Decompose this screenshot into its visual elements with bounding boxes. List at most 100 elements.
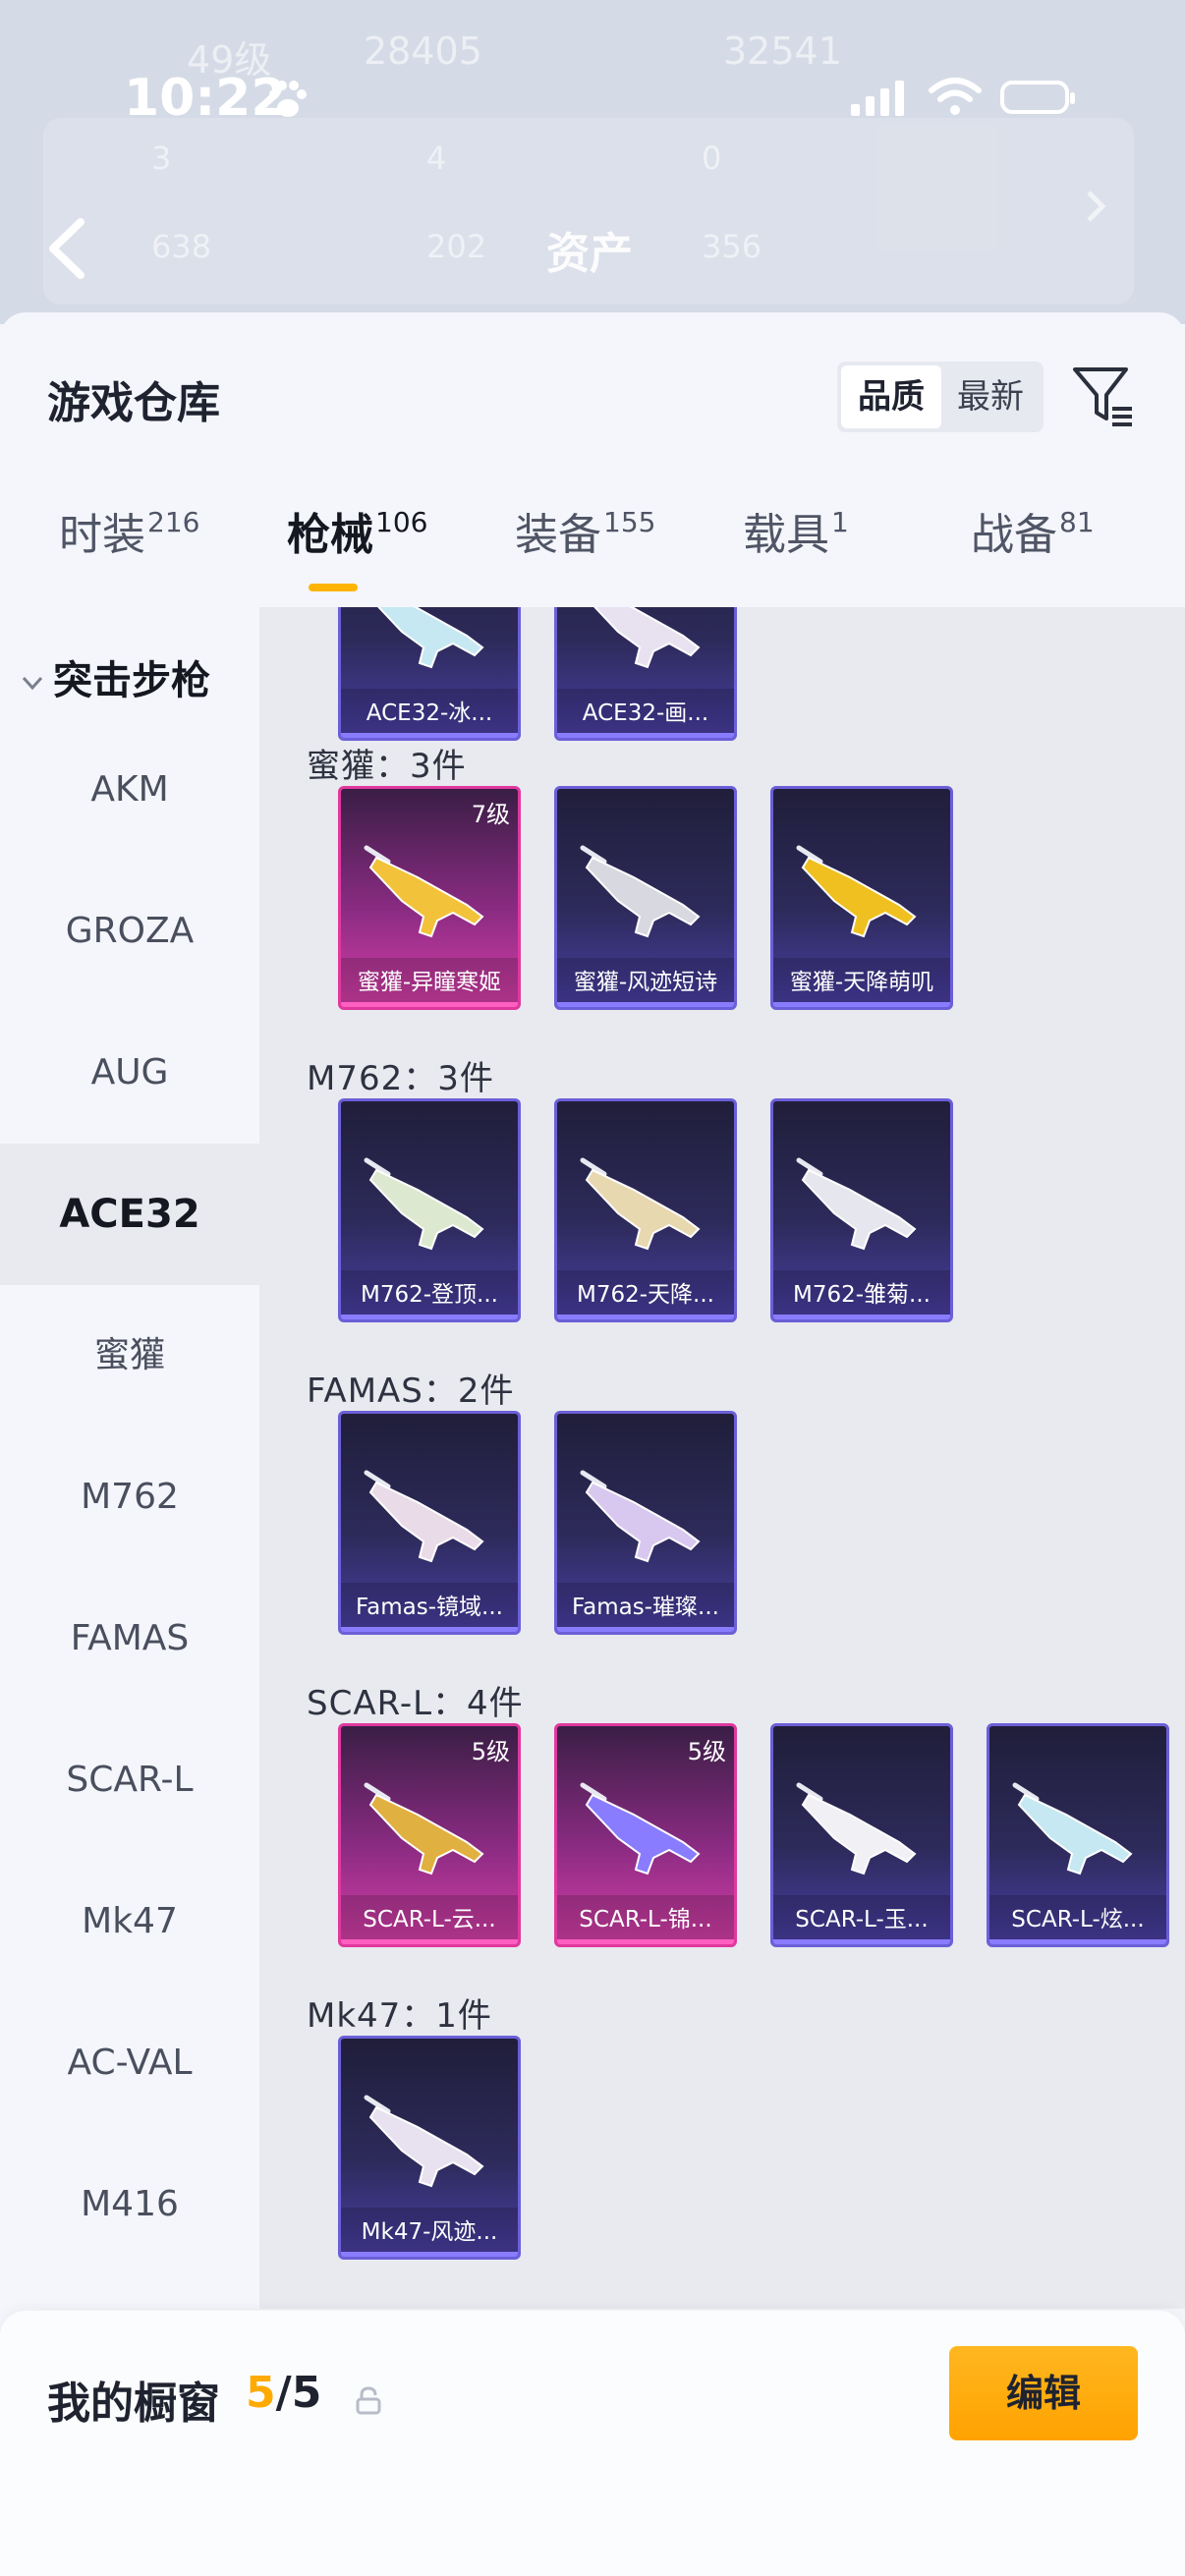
rarity-bar bbox=[557, 1315, 734, 1319]
tab-equipment[interactable]: 装备155 bbox=[515, 499, 655, 607]
weapon-card[interactable]: Mk47-风迹... bbox=[338, 2036, 521, 2260]
warehouse-title: 游戏仓库 bbox=[47, 378, 220, 428]
sidebar-item-scar-l[interactable]: SCAR-L bbox=[0, 1709, 259, 1851]
weapon-name: 蜜獾-天降萌叽 bbox=[773, 958, 950, 1007]
weapon-name: Famas-璀璨... bbox=[557, 1583, 734, 1632]
weapon-card[interactable]: 5级 SCAR-L-锦... bbox=[554, 1723, 737, 1947]
weapon-icon bbox=[364, 845, 484, 938]
sidebar-group-assault-rifles[interactable]: 突击步枪 bbox=[20, 648, 210, 705]
showcase-label: 我的橱窗 bbox=[47, 2379, 220, 2429]
edit-button[interactable]: 编辑 bbox=[949, 2346, 1138, 2440]
weapon-name: ACE32-画... bbox=[557, 689, 734, 738]
rarity-bar bbox=[341, 1939, 518, 1944]
weapon-card[interactable]: Famas-镜域... bbox=[338, 1411, 521, 1635]
weapon-card[interactable]: SCAR-L-炫... bbox=[987, 1723, 1169, 1947]
weapon-icon bbox=[377, 607, 484, 669]
tab-count: 1 bbox=[831, 506, 849, 538]
active-tab-indicator bbox=[309, 584, 358, 591]
sidebar-item-famas[interactable]: FAMAS bbox=[0, 1568, 259, 1709]
weapon-card[interactable]: M762-天降... bbox=[554, 1098, 737, 1322]
sidebar-item-ace32[interactable]: ACE32 bbox=[0, 1144, 259, 1285]
sidebar-item-groza[interactable]: GROZA bbox=[0, 861, 259, 1002]
weapon-name: M762-天降... bbox=[557, 1270, 734, 1319]
chevron-right-icon[interactable] bbox=[1081, 187, 1110, 226]
filter-icon[interactable] bbox=[1071, 364, 1136, 428]
weapon-card[interactable]: M762-雏菊... bbox=[770, 1098, 953, 1322]
tab-label: 装备 bbox=[515, 510, 601, 560]
weapon-level: 7级 bbox=[471, 801, 510, 828]
weapon-icon bbox=[580, 1782, 701, 1876]
tab-battle-gear[interactable]: 战备81 bbox=[971, 499, 1095, 607]
blur-stat: 3 bbox=[151, 140, 172, 177]
weapon-name: Mk47-风迹... bbox=[341, 2208, 518, 2257]
weapon-card[interactable]: SCAR-L-玉... bbox=[770, 1723, 953, 1947]
weapon-icon bbox=[364, 1782, 484, 1876]
group-title: 蜜獾：3件 bbox=[307, 747, 467, 786]
weapon-name: SCAR-L-锦... bbox=[557, 1895, 734, 1944]
showcase-total: /5 bbox=[275, 2368, 322, 2418]
weapon-icon bbox=[796, 1782, 917, 1876]
rarity-bar bbox=[341, 1627, 518, 1632]
blur-stat: 4 bbox=[426, 140, 447, 177]
sort-toggle: 品质 最新 bbox=[837, 362, 1044, 432]
rarity-bar bbox=[773, 1002, 950, 1007]
weapon-icon bbox=[364, 1470, 484, 1563]
weapon-name: M762-登顶... bbox=[341, 1270, 518, 1319]
battery-icon bbox=[1000, 81, 1075, 114]
weapon-icon bbox=[796, 1157, 917, 1251]
status-bar: 10:22 bbox=[0, 59, 1185, 138]
weapon-card[interactable]: 5级 SCAR-L-云... bbox=[338, 1723, 521, 1947]
weapon-name: 蜜獾-风迹短诗 bbox=[557, 958, 734, 1007]
sidebar-group-label: 突击步枪 bbox=[53, 658, 210, 703]
blur-stat: 356 bbox=[702, 228, 762, 265]
group-title: Mk47：1件 bbox=[307, 1996, 492, 2036]
rarity-bar bbox=[773, 1315, 950, 1319]
rarity-bar bbox=[557, 1627, 734, 1632]
sidebar-item-aug[interactable]: AUG bbox=[0, 1002, 259, 1144]
weapon-name: SCAR-L-云... bbox=[341, 1895, 518, 1944]
tab-count: 81 bbox=[1059, 506, 1095, 538]
tab-firearms[interactable]: 枪械106 bbox=[287, 499, 427, 607]
sort-quality-button[interactable]: 品质 bbox=[841, 365, 941, 428]
weapon-icon bbox=[796, 845, 917, 938]
rarity-bar bbox=[557, 733, 734, 738]
group-title: AC-VAL：1件 bbox=[307, 2301, 522, 2309]
weapon-card[interactable]: M762-登顶... bbox=[338, 1098, 521, 1322]
weapon-name: M762-雏菊... bbox=[773, 1270, 950, 1319]
weapon-level: 5级 bbox=[471, 1738, 510, 1765]
weapon-sidebar: 突击步枪 AKM GROZA AUG ACE32 蜜獾 M762 FAMAS S… bbox=[0, 607, 259, 2277]
weapon-card[interactable]: ACE32-画... bbox=[554, 607, 737, 741]
page-title: 资产 bbox=[546, 229, 633, 279]
sidebar-item-m416[interactable]: M416 bbox=[0, 2134, 259, 2275]
tab-count: 106 bbox=[375, 506, 428, 538]
blur-stat: 202 bbox=[426, 228, 487, 265]
clock: 10:22 bbox=[124, 69, 287, 128]
rarity-bar bbox=[773, 1939, 950, 1944]
tab-vehicles[interactable]: 载具1 bbox=[743, 499, 849, 607]
tab-fashion[interactable]: 时装216 bbox=[59, 499, 199, 607]
tab-count: 155 bbox=[603, 506, 656, 538]
weapon-icon bbox=[364, 2095, 484, 2188]
sidebar-item-akm[interactable]: AKM bbox=[0, 719, 259, 861]
rarity-bar bbox=[341, 2252, 518, 2257]
tab-label: 战备 bbox=[971, 510, 1057, 560]
rarity-bar bbox=[557, 1939, 734, 1944]
sidebar-item-mk47[interactable]: Mk47 bbox=[0, 1851, 259, 1992]
weapon-name: 蜜獾-异瞳寒姬 bbox=[341, 958, 518, 1007]
weapon-icon bbox=[580, 1157, 701, 1251]
sidebar-item-honey-badger[interactable]: 蜜獾 bbox=[0, 1285, 259, 1427]
weapon-name: SCAR-L-炫... bbox=[989, 1895, 1166, 1944]
weapon-icon bbox=[1012, 1782, 1133, 1876]
weapon-card[interactable]: 蜜獾-天降萌叽 bbox=[770, 786, 953, 1010]
back-icon[interactable] bbox=[43, 214, 92, 283]
weapon-name: ACE32-冰... bbox=[341, 689, 518, 738]
sidebar-item-ac-val[interactable]: AC-VAL bbox=[0, 1992, 259, 2134]
weapon-card[interactable]: ACE32-冰... bbox=[338, 607, 521, 741]
weapon-card[interactable]: Famas-璀璨... bbox=[554, 1411, 737, 1635]
weapon-card[interactable]: 7级蜜獾-异瞳寒姬 bbox=[338, 786, 521, 1010]
weapon-card[interactable]: 蜜獾-风迹短诗 bbox=[554, 786, 737, 1010]
weapon-level: 5级 bbox=[687, 1738, 726, 1765]
sort-newest-button[interactable]: 最新 bbox=[941, 365, 1040, 428]
blur-stat: 638 bbox=[151, 228, 212, 265]
sidebar-item-m762[interactable]: M762 bbox=[0, 1427, 259, 1568]
